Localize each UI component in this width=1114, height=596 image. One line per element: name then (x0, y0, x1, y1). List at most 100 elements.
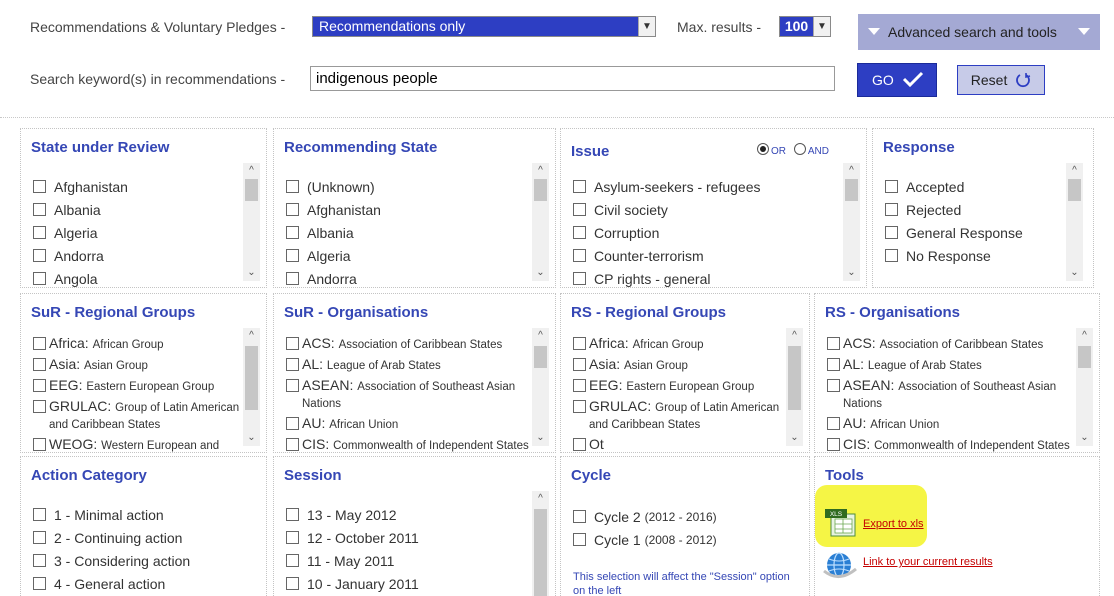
list-item[interactable]: ASEAN: Association of Southeast Asian Na… (286, 376, 533, 414)
scroll-down-icon[interactable]: ⌄ (243, 265, 260, 281)
scroll-thumb[interactable] (245, 346, 258, 410)
scrollbar[interactable]: ^ ⌄ (532, 163, 549, 281)
reset-button[interactable]: Reset (957, 65, 1045, 95)
scroll-down-icon[interactable]: ⌄ (1076, 430, 1093, 446)
scroll-down-icon[interactable]: ⌄ (532, 430, 549, 446)
list-item[interactable]: Albania (286, 221, 531, 244)
checkbox[interactable] (286, 203, 299, 216)
checkbox[interactable] (573, 203, 586, 216)
go-button[interactable]: GO (857, 63, 937, 97)
list-item[interactable]: AL: League of Arab States (286, 355, 533, 376)
checkbox[interactable] (33, 249, 46, 262)
list-item[interactable]: AU: African Union (286, 414, 533, 435)
checkbox[interactable] (286, 577, 299, 590)
checkbox[interactable] (573, 400, 586, 413)
list-item[interactable]: EEG: Eastern European Group (33, 376, 244, 397)
checkbox[interactable] (286, 438, 299, 451)
list-item[interactable]: WEOG: Western European and others Group (33, 435, 244, 452)
scroll-thumb[interactable] (788, 346, 801, 410)
checkbox[interactable] (286, 531, 299, 544)
list-item[interactable]: ASEAN: Association of Southeast Asian Na… (827, 376, 1077, 414)
list-item[interactable]: General Response (885, 221, 1069, 244)
list-item[interactable]: Afghanistan (33, 175, 242, 198)
list-item[interactable]: EEG: Eastern European Group (573, 376, 787, 397)
checkbox[interactable] (885, 180, 898, 193)
current-results-link[interactable]: Link to your current results (863, 556, 993, 568)
radio-and[interactable] (793, 143, 806, 155)
checkbox[interactable] (33, 358, 46, 371)
list-item[interactable]: GRULAC: Group of Latin American and Cari… (573, 397, 787, 435)
scroll-up-icon[interactable]: ^ (1076, 328, 1093, 344)
list-item[interactable]: ACS: Association of Caribbean States (827, 334, 1077, 355)
list-item[interactable]: 2 - Continuing action (33, 526, 242, 549)
checkbox[interactable] (885, 203, 898, 216)
list-item[interactable]: 1 - Minimal action (33, 503, 242, 526)
list-item[interactable]: Algeria (286, 244, 531, 267)
checkbox[interactable] (33, 272, 46, 285)
checkbox[interactable] (33, 554, 46, 567)
checkbox[interactable] (33, 379, 46, 392)
checkbox[interactable] (573, 438, 586, 451)
scrollbar[interactable]: ^ ⌄ (1076, 328, 1093, 446)
checkbox[interactable] (573, 226, 586, 239)
list-item[interactable]: 12 - October 2011 (286, 526, 531, 549)
checkbox[interactable] (286, 417, 299, 430)
list-item[interactable]: Andorra (33, 244, 242, 267)
list-item[interactable]: Angola (33, 267, 242, 287)
checkbox[interactable] (573, 379, 586, 392)
checkbox[interactable] (286, 358, 299, 371)
scroll-down-icon[interactable]: ⌄ (243, 430, 260, 446)
advanced-search-button[interactable]: Advanced search and tools (858, 14, 1100, 50)
scroll-thumb[interactable] (534, 509, 547, 596)
list-item[interactable]: Asia: Asian Group (573, 355, 787, 376)
checkbox[interactable] (33, 203, 46, 216)
checkbox[interactable] (827, 438, 840, 451)
list-item[interactable]: Africa: African Group (573, 334, 787, 355)
scroll-thumb[interactable] (534, 346, 547, 368)
keyword-input[interactable] (310, 66, 835, 91)
list-item[interactable]: Africa: African Group (33, 334, 244, 355)
list-item[interactable]: CIS: Commonwealth of Independent States (827, 435, 1077, 452)
list-item[interactable]: 13 - May 2012 (286, 503, 531, 526)
scroll-thumb[interactable] (534, 179, 547, 201)
list-item[interactable]: Rejected (885, 198, 1069, 221)
scroll-up-icon[interactable]: ^ (532, 491, 549, 507)
checkbox[interactable] (33, 180, 46, 193)
list-item[interactable]: CIS: Commonwealth of Independent States (286, 435, 533, 452)
checkbox[interactable] (286, 379, 299, 392)
chevron-down-icon[interactable]: ▼ (638, 17, 655, 36)
list-item[interactable]: AL: League of Arab States (827, 355, 1077, 376)
list-item[interactable]: 11 - May 2011 (286, 549, 531, 572)
list-item[interactable]: Cycle 1 (2008 - 2012) (573, 528, 785, 551)
checkbox[interactable] (286, 249, 299, 262)
list-item[interactable]: Afghanistan (286, 198, 531, 221)
list-item[interactable]: Cycle 2 (2012 - 2016) (573, 505, 785, 528)
checkbox[interactable] (33, 531, 46, 544)
scroll-up-icon[interactable]: ^ (243, 163, 260, 179)
checkbox[interactable] (286, 508, 299, 521)
checkbox[interactable] (33, 226, 46, 239)
checkbox[interactable] (33, 577, 46, 590)
scrollbar[interactable]: ^ ⌄ (786, 328, 803, 446)
list-item[interactable]: Albania (33, 198, 242, 221)
checkbox[interactable] (885, 249, 898, 262)
checkbox[interactable] (573, 272, 586, 285)
max-results-select[interactable]: 100 ▼ (779, 16, 831, 37)
scroll-down-icon[interactable]: ⌄ (532, 265, 549, 281)
scroll-up-icon[interactable]: ^ (786, 328, 803, 344)
export-xls-link[interactable]: Export to xls (863, 518, 924, 530)
scroll-up-icon[interactable]: ^ (532, 163, 549, 179)
checkbox[interactable] (33, 508, 46, 521)
scroll-down-icon[interactable]: ⌄ (843, 265, 860, 281)
scroll-thumb[interactable] (845, 179, 858, 201)
list-item[interactable]: Corruption (573, 221, 842, 244)
list-item[interactable]: GRULAC: Group of Latin American and Cari… (33, 397, 244, 435)
chevron-down-icon[interactable]: ▼ (813, 17, 830, 36)
scrollbar[interactable]: ^ ⌄ (243, 328, 260, 446)
scrollbar[interactable]: ^ ⌄ (532, 328, 549, 446)
checkbox[interactable] (827, 417, 840, 430)
scroll-down-icon[interactable]: ⌄ (1066, 265, 1083, 281)
scroll-up-icon[interactable]: ^ (843, 163, 860, 179)
checkbox[interactable] (573, 180, 586, 193)
scroll-down-icon[interactable]: ⌄ (786, 430, 803, 446)
